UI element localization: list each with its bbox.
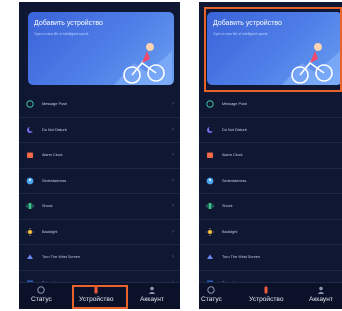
chat-bubble-icon: [25, 99, 35, 109]
banner-title: Добавить устройство: [34, 20, 103, 27]
menu-item-do-not-disturb[interactable]: Do Not Disturb ›: [19, 118, 180, 143]
vibration-icon: [205, 201, 215, 211]
chevron-right-icon: ›: [172, 126, 174, 133]
banner-subtitle: Open a new life of intelligent sports: [34, 32, 89, 36]
status-icon: [37, 286, 46, 294]
menu-item-alarm-clock[interactable]: Alarm Clock: [199, 143, 342, 169]
watch-icon: [264, 286, 268, 294]
menu-item-label: Turn The Wrist Screen: [222, 255, 260, 260]
menu-item-turn-wrist-screen[interactable]: Turn The Wrist Screen ›: [19, 245, 180, 271]
menu-item-label: Backlight: [222, 229, 238, 234]
tab-device[interactable]: Устройство: [249, 286, 284, 303]
chevron-right-icon: ›: [172, 177, 174, 184]
moon-icon: [205, 125, 215, 135]
menu-item-message-push[interactable]: Message Push ›: [19, 92, 180, 118]
tab-label: Устройство: [249, 296, 284, 303]
menu-item-message-push[interactable]: Message Push: [199, 92, 342, 118]
menu-item-backlight[interactable]: Backlight ›: [19, 220, 180, 245]
user-icon: [148, 286, 156, 294]
menu-item-label: Sedentariness: [42, 178, 67, 183]
tab-status[interactable]: Статус: [201, 286, 222, 303]
wrist-icon: [205, 252, 215, 262]
menu-item-do-not-disturb[interactable]: Do Not Disturb: [199, 118, 342, 143]
menu-item-alarm-clock[interactable]: Alarm Clock ›: [19, 143, 180, 169]
person-sitting-icon: [25, 176, 35, 186]
tab-account[interactable]: Аккаунт: [140, 286, 164, 303]
chat-bubble-icon: [205, 99, 215, 109]
alarm-clock-icon: [25, 150, 35, 160]
settings-menu: Message Push › Do Not Disturb › Alarm Cl…: [19, 92, 180, 296]
moon-icon: [25, 125, 35, 135]
settings-menu: Message Push Do Not Disturb Alarm Clock …: [199, 92, 342, 296]
tab-label: Статус: [31, 296, 52, 303]
bottom-tab-bar: Статус Устройство Аккаунт: [199, 282, 342, 309]
vibration-icon: [25, 201, 35, 211]
chevron-right-icon: ›: [172, 254, 174, 261]
chevron-right-icon: ›: [172, 101, 174, 108]
tab-status[interactable]: Статус: [31, 286, 52, 303]
sun-icon: [25, 227, 35, 237]
wrist-icon: [25, 252, 35, 262]
alarm-clock-icon: [205, 150, 215, 160]
menu-item-turn-wrist-screen[interactable]: Turn The Wrist Screen: [199, 245, 342, 271]
menu-item-label: Message Push: [222, 102, 248, 107]
menu-item-label: Shock: [42, 204, 53, 209]
tab-label: Аккаунт: [309, 296, 333, 303]
add-device-highlight: [204, 7, 342, 92]
chevron-right-icon: ›: [172, 203, 174, 210]
menu-item-label: Turn The Wrist Screen: [42, 255, 80, 260]
chevron-right-icon: ›: [172, 152, 174, 159]
menu-item-sedentariness[interactable]: Sedentariness ›: [19, 169, 180, 194]
menu-item-label: Sedentariness: [222, 178, 247, 183]
menu-item-label: Do Not Disturb: [42, 127, 67, 132]
menu-item-label: Do Not Disturb: [222, 127, 247, 132]
user-icon: [317, 286, 325, 294]
menu-item-sedentariness[interactable]: Sedentariness: [199, 169, 342, 194]
menu-item-label: Message Push: [42, 102, 68, 107]
add-device-banner[interactable]: Добавить устройство Open a new life of i…: [28, 12, 174, 85]
menu-item-label: Shock: [222, 204, 233, 209]
menu-item-label: Alarm Clock: [42, 153, 63, 158]
menu-item-label: Backlight: [42, 229, 58, 234]
cyclist-illustration-icon: [114, 43, 172, 85]
person-sitting-icon: [205, 176, 215, 186]
menu-item-shock[interactable]: Shock ›: [19, 194, 180, 220]
chevron-right-icon: ›: [172, 228, 174, 235]
device-tab-highlight: [72, 285, 128, 309]
tab-label: Статус: [201, 296, 222, 303]
menu-item-shock[interactable]: Shock: [199, 194, 342, 220]
menu-item-backlight[interactable]: Backlight: [199, 220, 342, 245]
tab-account[interactable]: Аккаунт: [309, 286, 333, 303]
sun-icon: [205, 227, 215, 237]
tab-label: Аккаунт: [140, 296, 164, 303]
menu-item-label: Alarm Clock: [222, 153, 243, 158]
left-phone-screenshot: Добавить устройство Open a new life of i…: [19, 2, 180, 309]
status-icon: [207, 286, 216, 294]
